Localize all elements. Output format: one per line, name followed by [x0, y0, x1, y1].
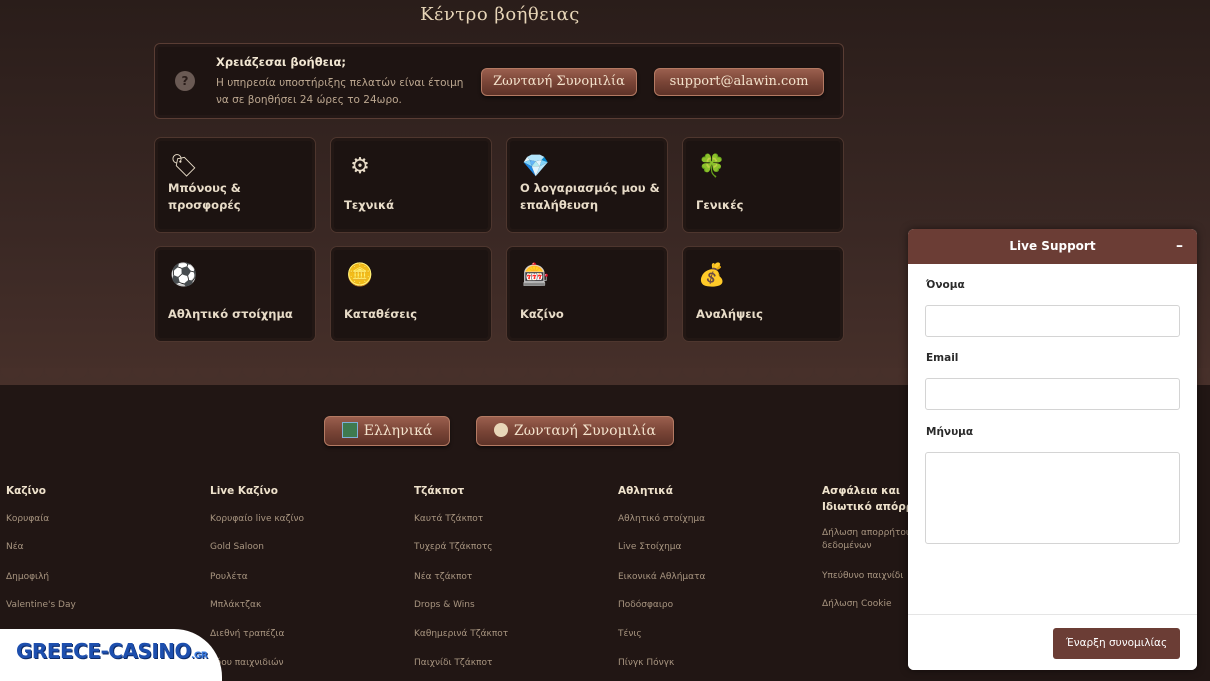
footer-column-jackpot: Τζάκποτ Καυτά Τζάκποτ Τυχερά Τζάκποτς Νέ… — [414, 483, 604, 668]
footer-link[interactable]: Ρουλέτα — [210, 571, 248, 584]
footer-link[interactable]: Valentine's Day — [6, 599, 76, 612]
category-card-withdrawals[interactable]: 💰 Αναλήψεις — [682, 246, 844, 342]
footer-column-title: Ασφάλεια και Ιδιωτικό απόρρητο — [822, 485, 908, 513]
chat-footer: Έναρξη συνομιλίας — [908, 614, 1197, 670]
language-button[interactable]: Ελληνικά — [324, 416, 450, 446]
footer-link[interactable]: Καυτά Τζάκποτ — [414, 513, 483, 526]
email-label: Email — [926, 352, 959, 364]
category-card-account[interactable]: 💎 Ο λογαριασμός μου & επαλήθευση — [506, 137, 668, 233]
clover-icon: 🍀 — [698, 154, 726, 179]
footer-link[interactable]: Δήλωση απορρήτου δεδομένων — [822, 527, 908, 553]
site-logo[interactable]: GREECE-CASINO.GR — [0, 629, 222, 681]
category-card-technical[interactable]: ⚙ Τεχνικά — [330, 137, 492, 233]
live-chat-button[interactable]: Ζωντανή Συνομιλία — [481, 68, 637, 96]
category-label: Ο λογαριασμός μου & επαλήθευση — [520, 181, 660, 212]
live-support-widget: Live Support – Όνομα Email Μήνυμα Έναρξη… — [908, 229, 1197, 670]
footer-link[interactable]: Drops & Wins — [414, 599, 475, 612]
category-card-deposits[interactable]: 🪙 Καταθέσεις — [330, 246, 492, 342]
deposit-coins-icon: 🪙 — [346, 263, 374, 288]
message-field[interactable] — [925, 452, 1180, 544]
footer-link[interactable]: Υπεύθυνο παιχνίδι — [822, 570, 903, 583]
message-label: Μήνυμα — [926, 426, 974, 438]
footer-link[interactable]: Νέα — [6, 541, 24, 554]
footer-link[interactable]: Διεθνή τραπέζια — [210, 628, 284, 641]
footer-link[interactable]: Live Στοίχημα — [618, 541, 681, 554]
name-field[interactable] — [925, 305, 1180, 337]
withdraw-coins-icon: 💰 — [698, 263, 726, 288]
footer-column-casino: Καζίνο Κορυφαία Νέα Δημοφιλή Valentine's… — [6, 483, 196, 610]
chat-bubble-icon — [494, 423, 509, 437]
category-label: Καζίνο — [520, 307, 564, 321]
footer-column-title: Live Καζίνο — [210, 485, 278, 497]
name-label: Όνομα — [926, 279, 965, 291]
category-label: Τεχνικά — [344, 198, 395, 212]
footer-link[interactable]: Νέα τζάκποτ — [414, 571, 472, 584]
language-label: Ελληνικά — [363, 423, 433, 439]
footer-column-privacy: Ασφάλεια και Ιδιωτικό απόρρητο Δήλωση απ… — [822, 483, 908, 633]
category-card-sports[interactable]: ⚽ Αθλητικό στοίχημα — [154, 246, 316, 342]
question-icon: ? — [175, 71, 195, 91]
casino-chip-icon: 🎰 — [522, 263, 550, 288]
footer-column-live-casino: Live Καζίνο Κορυφαίο live καζίνο Gold Sa… — [210, 483, 400, 668]
email-field[interactable] — [925, 378, 1180, 410]
support-email-button[interactable]: support@alawin.com — [654, 68, 824, 96]
category-label: Καταθέσεις — [344, 307, 418, 321]
category-card-casino[interactable]: 🎰 Καζίνο — [506, 246, 668, 342]
globe-icon — [341, 422, 358, 438]
footer-column-title: Καζίνο — [6, 485, 47, 497]
help-center-title: Κέντρο βοήθειας — [420, 4, 580, 25]
footer-link[interactable]: Κορυφαίο live καζίνο — [210, 513, 304, 526]
footer-link[interactable]: Κορυφαία — [6, 513, 49, 526]
category-card-bonus[interactable]: 🏷 Μπόνους & προσφορές — [154, 137, 316, 233]
help-text: Η υπηρεσία υποστήριξης πελατών είναι έτο… — [216, 77, 464, 106]
footer-link[interactable]: Gold Saloon — [210, 541, 264, 554]
help-banner: ? Χρειάζεσαι βοήθεια; Η υπηρεσία υποστήρ… — [154, 43, 844, 119]
category-label: Μπόνους & προσφορές — [168, 181, 241, 212]
ball-icon: ⚽ — [170, 263, 198, 288]
footer-link[interactable]: Καθημερινά Τζάκποτ — [414, 628, 508, 641]
footer-link[interactable]: Τυχερά Τζάκποτς — [414, 541, 493, 554]
footer-link[interactable]: Εικονικά Αθλήματα — [618, 571, 705, 584]
footer-live-chat-button[interactable]: Ζωντανή Συνομιλία — [476, 416, 674, 446]
live-chat-label: Ζωντανή Συνομιλία — [514, 423, 656, 439]
footer-link[interactable]: Αθλητικό στοίχημα — [618, 513, 705, 526]
logo-text: GREECE-CASINO.GR — [16, 639, 208, 663]
gear-icon: ⚙ — [350, 154, 370, 179]
category-label: Αναλήψεις — [696, 307, 763, 321]
footer-link[interactable]: Ποδόσφαιρο — [618, 599, 673, 612]
bonus-tag-icon: 🏷 — [170, 154, 198, 179]
footer-link[interactable]: Πίνγκ Πόνγκ — [618, 657, 674, 670]
chat-header: Live Support – — [908, 229, 1197, 264]
minimize-icon[interactable]: – — [1176, 229, 1183, 264]
chat-title: Live Support — [1009, 239, 1096, 253]
footer-link[interactable]: Παιχνίδι Τζάκποτ — [414, 657, 492, 670]
account-gem-icon: 💎 — [522, 154, 550, 179]
category-label: Αθλητικό στοίχημα — [168, 307, 293, 321]
footer-link[interactable]: Τένις — [618, 628, 642, 641]
help-heading: Χρειάζεσαι βοήθεια; — [216, 55, 347, 69]
footer-column-sports: Αθλητικά Αθλητικό στοίχημα Live Στοίχημα… — [618, 483, 808, 668]
footer-column-title: Τζάκποτ — [414, 485, 465, 497]
footer-link[interactable]: Δήλωση Cookie — [822, 598, 892, 611]
category-label: Γενικές — [696, 198, 744, 212]
category-card-general[interactable]: 🍀 Γενικές — [682, 137, 844, 233]
footer-link[interactable]: Μπλάκτζακ — [210, 599, 261, 612]
start-chat-button[interactable]: Έναρξη συνομιλίας — [1053, 628, 1180, 659]
footer-link[interactable]: Δημοφιλή — [6, 571, 49, 584]
footer-column-title: Αθλητικά — [618, 485, 673, 497]
